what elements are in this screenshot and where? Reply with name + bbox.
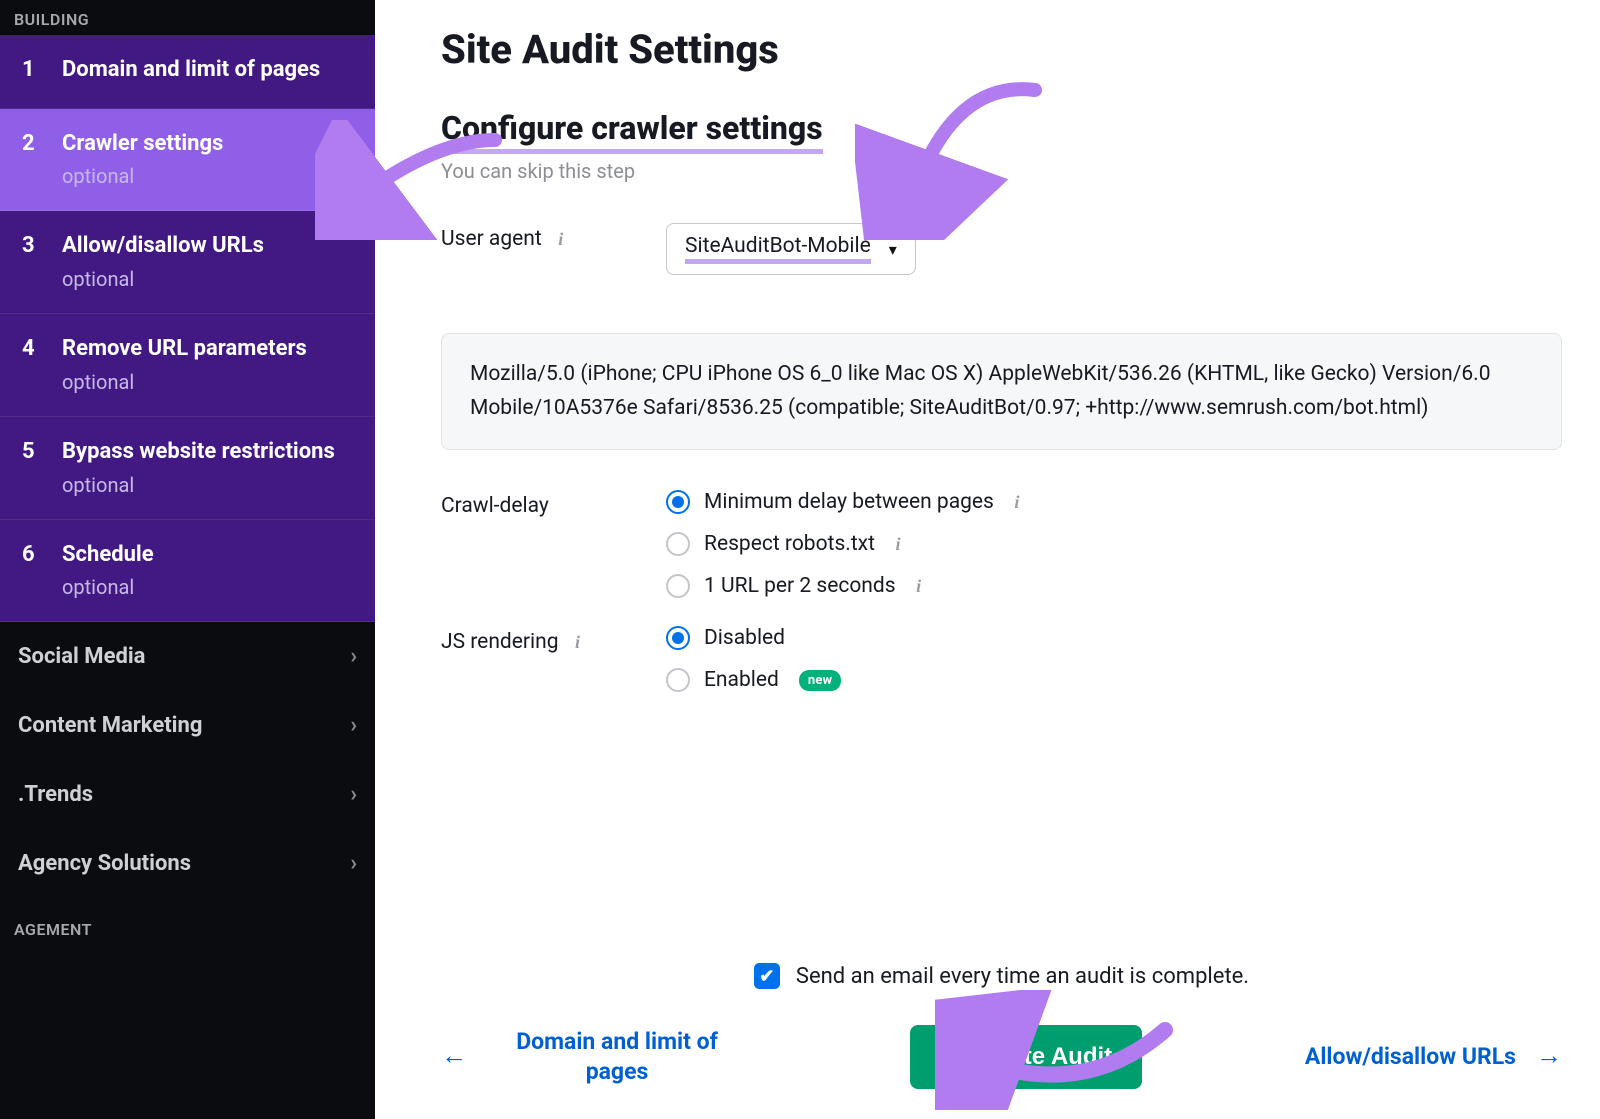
step-bypass-restrictions[interactable]: 5 Bypass website restrictions optional [0, 417, 375, 520]
info-icon[interactable]: i [910, 577, 928, 595]
sidebar-section-building: BUILDING [0, 0, 375, 35]
user-agent-string-display: Mozilla/5.0 (iPhone; CPU iPhone OS 6_0 l… [441, 333, 1562, 450]
option-label: Respect robots.txt [704, 532, 875, 556]
chevron-right-icon: › [350, 851, 357, 876]
step-domain-limit[interactable]: 1 Domain and limit of pages [0, 35, 375, 109]
email-checkbox[interactable]: ✔ [754, 963, 780, 989]
sidebar-item-social-media[interactable]: Social Media › [0, 622, 375, 691]
step-optional-label: optional [62, 473, 335, 497]
section-title: Configure crawler settings [441, 109, 1562, 147]
step-optional-label: optional [62, 575, 154, 599]
arrow-left-icon: ← [441, 1040, 467, 1074]
step-title: Allow/disallow URLs [62, 231, 264, 261]
step-optional-label: optional [62, 267, 264, 291]
user-agent-select[interactable]: SiteAuditBot-Mobile ▾ [666, 223, 916, 275]
step-number: 1 [22, 55, 40, 86]
next-step-label: Allow/disallow URLs [1305, 1042, 1516, 1072]
radio-icon [666, 532, 690, 556]
step-title: Remove URL parameters [62, 334, 307, 364]
page-title: Site Audit Settings [441, 26, 1562, 73]
js-option-disabled[interactable]: Disabled [666, 626, 841, 650]
info-icon[interactable]: i [569, 633, 587, 651]
js-rendering-label: JS rendering i [441, 626, 666, 654]
start-site-audit-button[interactable]: Start Site Audit [910, 1025, 1142, 1089]
prev-step-label: Domain and limit of pages [487, 1027, 747, 1087]
sidebar-item-label: .Trends [18, 782, 93, 807]
sidebar-item-content-marketing[interactable]: Content Marketing › [0, 691, 375, 760]
step-allow-disallow[interactable]: 3 Allow/disallow URLs optional [0, 211, 375, 314]
crawl-delay-option-1per2s[interactable]: 1 URL per 2 seconds i [666, 574, 1026, 598]
new-badge: new [799, 670, 841, 691]
sidebar-item-trends[interactable]: .Trends › [0, 760, 375, 829]
sidebar-item-label: Agency Solutions [18, 851, 191, 876]
step-optional-label: optional [62, 164, 223, 188]
crawl-delay-label: Crawl-delay [441, 490, 666, 518]
skip-step-note: You can skip this step [441, 159, 1562, 183]
step-number: 4 [22, 334, 40, 365]
option-label: 1 URL per 2 seconds [704, 574, 896, 598]
step-remove-params[interactable]: 4 Remove URL parameters optional [0, 314, 375, 417]
step-schedule[interactable]: 6 Schedule optional [0, 520, 375, 623]
step-title: Bypass website restrictions [62, 437, 335, 467]
radio-icon [666, 490, 690, 514]
step-crawler-settings[interactable]: 2 Crawler settings optional [0, 109, 375, 212]
step-number: 3 [22, 231, 40, 262]
radio-icon [666, 626, 690, 650]
main-content: Site Audit Settings Configure crawler se… [375, 0, 1600, 1119]
step-optional-label: optional [62, 370, 307, 394]
option-label: Minimum delay between pages [704, 490, 994, 514]
sidebar-item-label: Social Media [18, 644, 145, 669]
crawl-delay-option-min[interactable]: Minimum delay between pages i [666, 490, 1026, 514]
sidebar-item-agency-solutions[interactable]: Agency Solutions › [0, 829, 375, 898]
info-icon[interactable]: i [1008, 493, 1026, 511]
info-icon[interactable]: i [552, 230, 570, 248]
chevron-right-icon: › [350, 713, 357, 738]
chevron-down-icon: ▾ [889, 240, 897, 259]
wizard-steps: 1 Domain and limit of pages 2 Crawler se… [0, 35, 375, 622]
user-agent-label: User agent i [441, 223, 666, 251]
step-number: 2 [22, 129, 40, 160]
sidebar-section-management: AGEMENT [0, 898, 375, 945]
annotation-arrow-icon [855, 70, 1055, 240]
info-icon[interactable]: i [889, 535, 907, 553]
js-option-enabled[interactable]: Enabled new [666, 668, 841, 692]
option-label: Enabled [704, 668, 779, 692]
option-label: Disabled [704, 626, 785, 650]
arrow-right-icon: → [1536, 1040, 1562, 1074]
crawl-delay-option-robots[interactable]: Respect robots.txt i [666, 532, 1026, 556]
chevron-right-icon: › [350, 782, 357, 807]
step-number: 6 [22, 540, 40, 571]
user-agent-value: SiteAuditBot-Mobile [685, 234, 871, 264]
step-title: Schedule [62, 540, 154, 570]
sidebar-item-label: Content Marketing [18, 713, 202, 738]
sidebar: BUILDING 1 Domain and limit of pages 2 C… [0, 0, 375, 1119]
radio-icon [666, 668, 690, 692]
prev-step-link[interactable]: ← Domain and limit of pages [441, 1027, 747, 1087]
radio-icon [666, 574, 690, 598]
step-title: Domain and limit of pages [62, 55, 320, 85]
email-checkbox-label: Send an email every time an audit is com… [796, 964, 1249, 989]
step-title: Crawler settings [62, 129, 223, 159]
next-step-link[interactable]: Allow/disallow URLs → [1305, 1040, 1562, 1074]
chevron-right-icon: › [350, 644, 357, 669]
step-number: 5 [22, 437, 40, 468]
